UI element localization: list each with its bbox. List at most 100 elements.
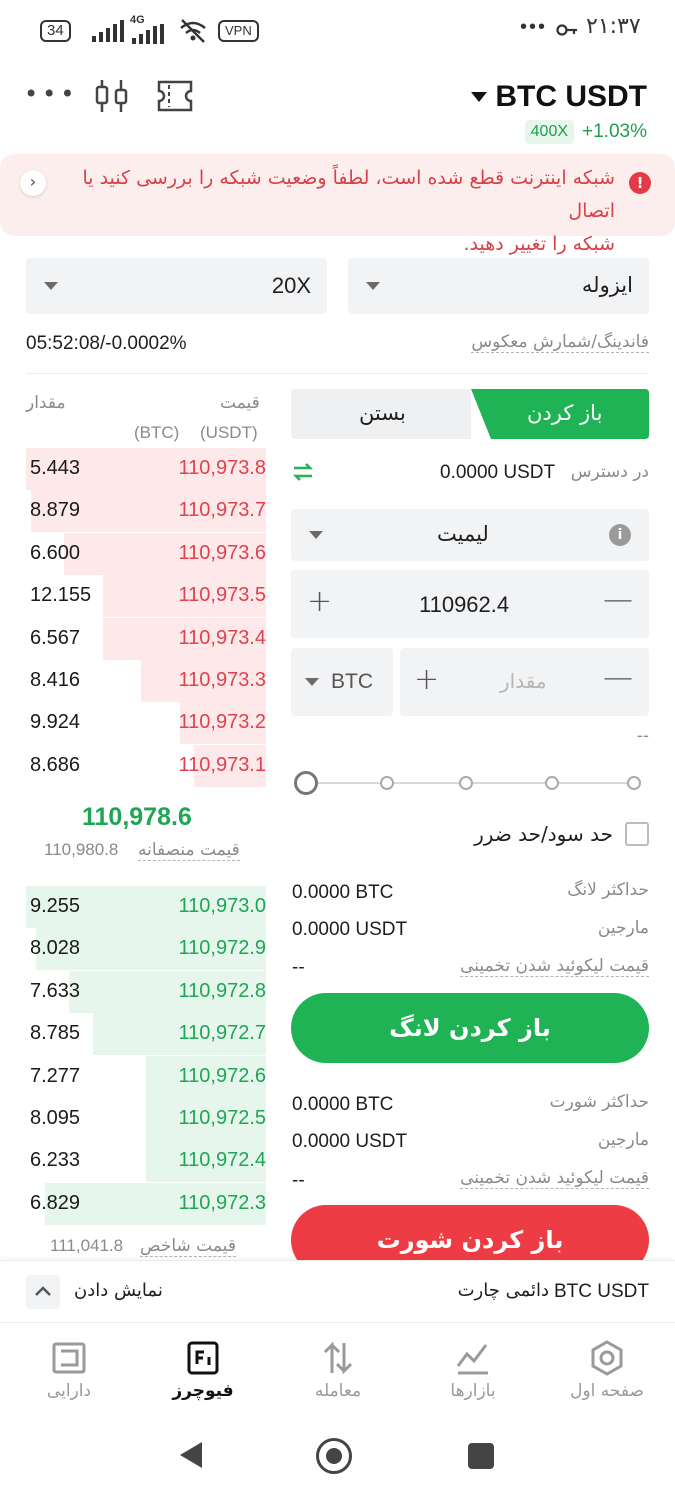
ask-qty: 8.686 [30,753,81,776]
bid-price: 110,972.8 [178,979,267,1002]
trade-icon [323,1341,353,1375]
order-tabs: بستن باز کردن [291,389,649,439]
pair-selector[interactable]: BTC USDT [471,80,647,114]
nav-trade-label: معامله [314,1381,362,1401]
wallet-icon [52,1342,86,1374]
futures-icon [187,1341,219,1375]
back-button[interactable] [178,1440,204,1474]
nav-trade[interactable]: معامله [283,1340,393,1401]
funding-value: 05:52:08/-0.0002% [26,333,187,354]
bid-row[interactable]: 8.028 110,972.9 [26,928,267,971]
vpn-badge: VPN [218,20,259,42]
ask-row[interactable]: 12.155 110,973.5 [26,575,266,618]
slider-stop-25[interactable] [380,776,394,790]
last-price[interactable]: 110,978.6 [82,803,192,832]
amount-slider[interactable] [294,770,646,796]
key-icon [556,20,578,46]
bid-qty: 8.028 [30,937,81,960]
bid-row[interactable]: 7.633 110,972.8 [26,970,267,1013]
recents-button[interactable] [468,1443,494,1469]
open-long-button[interactable]: باز کردن لانگ [291,993,649,1063]
plus-icon[interactable]: + [307,584,332,619]
more-menu-icon[interactable]: ••• [24,80,78,108]
bid-row[interactable]: 8.095 110,972.5 [26,1098,266,1140]
chevron-up-icon[interactable] [26,1275,60,1309]
status-bar: 34 4G VPN ••• ۲۱:۳۷ [0,0,675,62]
amount-input[interactable]: + مقدار — [400,648,649,716]
tpsl-label[interactable]: حد سود/حد ضرر [474,822,613,846]
funding-label[interactable]: فاندینگ/شمارش معکوس [471,332,649,353]
bid-qty: 6.829 [30,1191,81,1214]
leverage-select[interactable]: 20X [26,258,327,314]
order-type-select[interactable]: لیمیت i [291,509,649,561]
home-button[interactable] [316,1438,352,1474]
index-price: 111,041.8 [50,1236,124,1255]
ask-qty: 5.443 [30,457,81,479]
slider-stop-75[interactable] [545,776,559,790]
open-short-clip: باز کردن شورت [291,1205,649,1260]
long-liq-label[interactable]: قیمت لیکوئید شدن تخمینی [460,956,649,977]
candlestick-icon[interactable] [92,76,132,120]
short-liq-value: -- [292,1170,305,1191]
error-icon: ! [629,172,651,194]
ask-row[interactable]: 8.686 110,973.1 [26,744,266,787]
tab-open-label: باز کردن [527,401,603,425]
price-change: +1.03% [582,121,647,142]
alert-message: شبکه اینترنت قطع شده است، لطفاً وضعیت شب… [45,162,615,261]
network-alert[interactable]: › شبکه اینترنت قطع شده است، لطفاً وضعیت … [0,154,675,255]
index-price-label[interactable]: قیمت شاخص [140,1236,236,1257]
bid-price: 110,972.6 [178,1064,267,1087]
tab-close[interactable]: بستن [291,389,471,439]
nav-markets[interactable]: بازارها [418,1340,528,1401]
ask-qty: 8.416 [30,669,81,691]
ask-row[interactable]: 5.443 110,973.8 [26,448,266,490]
info-icon[interactable]: i [609,524,631,546]
nav-futures-label: فیوچرز [172,1381,234,1401]
plus-icon[interactable]: + [414,662,439,697]
show-chart-toggle[interactable]: نمایش دادن [74,1280,163,1301]
price-input[interactable]: + 110962.4 — [291,570,649,638]
bid-row[interactable]: 6.829 110,972.3 [26,1182,266,1225]
open-short-button[interactable]: باز کردن شورت [291,1205,649,1260]
max-short-label: حداکثر شورت [549,1092,649,1112]
ask-row[interactable]: 8.879 110,973.7 [26,490,266,533]
short-liq-label[interactable]: قیمت لیکوئید شدن تخمینی [460,1168,649,1189]
mark-price-label[interactable]: قیمت منصفانه [138,840,240,861]
nav-home[interactable]: صفحه اول [552,1340,662,1401]
slider-handle[interactable] [294,771,318,795]
chart-bar[interactable]: نمایش دادن BTC USDT دائمی چارت [0,1260,675,1322]
ticket-icon[interactable] [155,77,195,119]
ask-row[interactable]: 8.416 110,973.3 [26,660,266,702]
margin-mode-value: ایزوله [581,273,633,297]
chevron-right-icon[interactable]: › [20,170,46,196]
ask-row[interactable]: 6.600 110,973.6 [26,532,266,575]
available-label: در دسترس [570,462,649,482]
transfer-icon[interactable] [292,461,314,487]
ask-row[interactable]: 6.567 110,973.4 [26,617,266,660]
divider [26,373,649,374]
slider-stop-50[interactable] [459,776,473,790]
bid-row[interactable]: 9.255 110,973.0 [26,886,266,928]
tpsl-checkbox[interactable] [625,822,649,846]
bid-row[interactable]: 7.277 110,972.6 [26,1055,267,1098]
bid-row[interactable]: 6.233 110,972.4 [26,1140,266,1183]
max-long-label: حداکثر لانگ [567,880,649,900]
tab-open[interactable]: باز کردن [481,389,649,439]
ask-row[interactable]: 9.924 110,973.2 [26,702,267,745]
amount-unit-select[interactable]: BTC [291,648,393,716]
margin-mode-select[interactable]: ایزوله [348,258,649,314]
max-short-value: 0.0000 BTC [292,1094,394,1115]
ask-price: 110,973.2 [178,711,267,734]
open-short-label: باز کردن شورت [376,1226,564,1254]
ob-price-unit: (USDT) [200,423,258,442]
home-button-dot [326,1448,342,1464]
nav-assets[interactable]: دارایی [14,1340,124,1401]
slider-stop-100[interactable] [627,776,641,790]
bid-price: 110,972.9 [178,937,267,960]
minus-icon[interactable]: — [603,660,633,695]
ob-price-header: قیمت [220,393,260,413]
bid-row[interactable]: 8.785 110,972.7 [26,1013,266,1056]
minus-icon[interactable]: — [603,582,633,617]
nav-futures[interactable]: فیوچرز [148,1340,258,1401]
signal-icon-2 [132,22,164,44]
